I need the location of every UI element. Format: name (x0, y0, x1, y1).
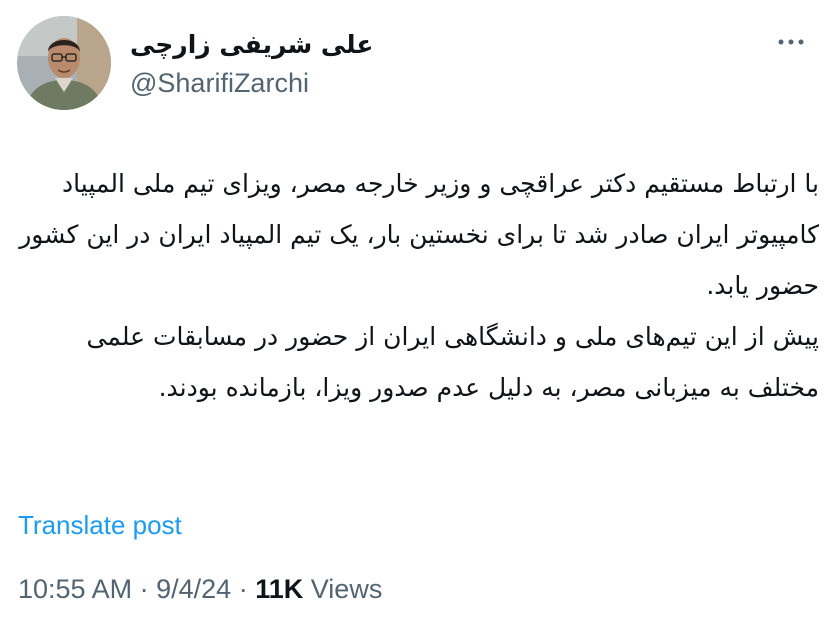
author-avatar[interactable] (17, 16, 111, 110)
post-text: با ارتباط مستقیم دکتر عراقچی و وزیر خارج… (14, 158, 819, 413)
more-options-icon[interactable] (773, 30, 809, 54)
post-meta: 10:55 AM · 9/4/24 · 11K Views (18, 572, 382, 606)
avatar-photo-icon (17, 16, 111, 110)
translate-post-link[interactable]: Translate post (18, 508, 182, 542)
meta-separator: · (139, 574, 149, 604)
post-paragraph: پیش از این تیم‌های ملی و دانشگاهی ایران … (86, 322, 819, 402)
author-handle[interactable]: @SharifiZarchi (130, 66, 309, 100)
views-count[interactable]: 11K (255, 574, 303, 604)
post-date[interactable]: 9/4/24 (156, 574, 231, 604)
post-paragraph: با ارتباط مستقیم دکتر عراقچی و وزیر خارج… (19, 169, 819, 300)
meta-separator: · (238, 574, 248, 604)
post: علی شریفی زارچی @SharifiZarchi با ارتباط… (0, 0, 827, 628)
views-label: Views (310, 574, 383, 604)
author-name[interactable]: علی شریفی زارچی (130, 28, 373, 62)
post-time[interactable]: 10:55 AM (18, 574, 132, 604)
